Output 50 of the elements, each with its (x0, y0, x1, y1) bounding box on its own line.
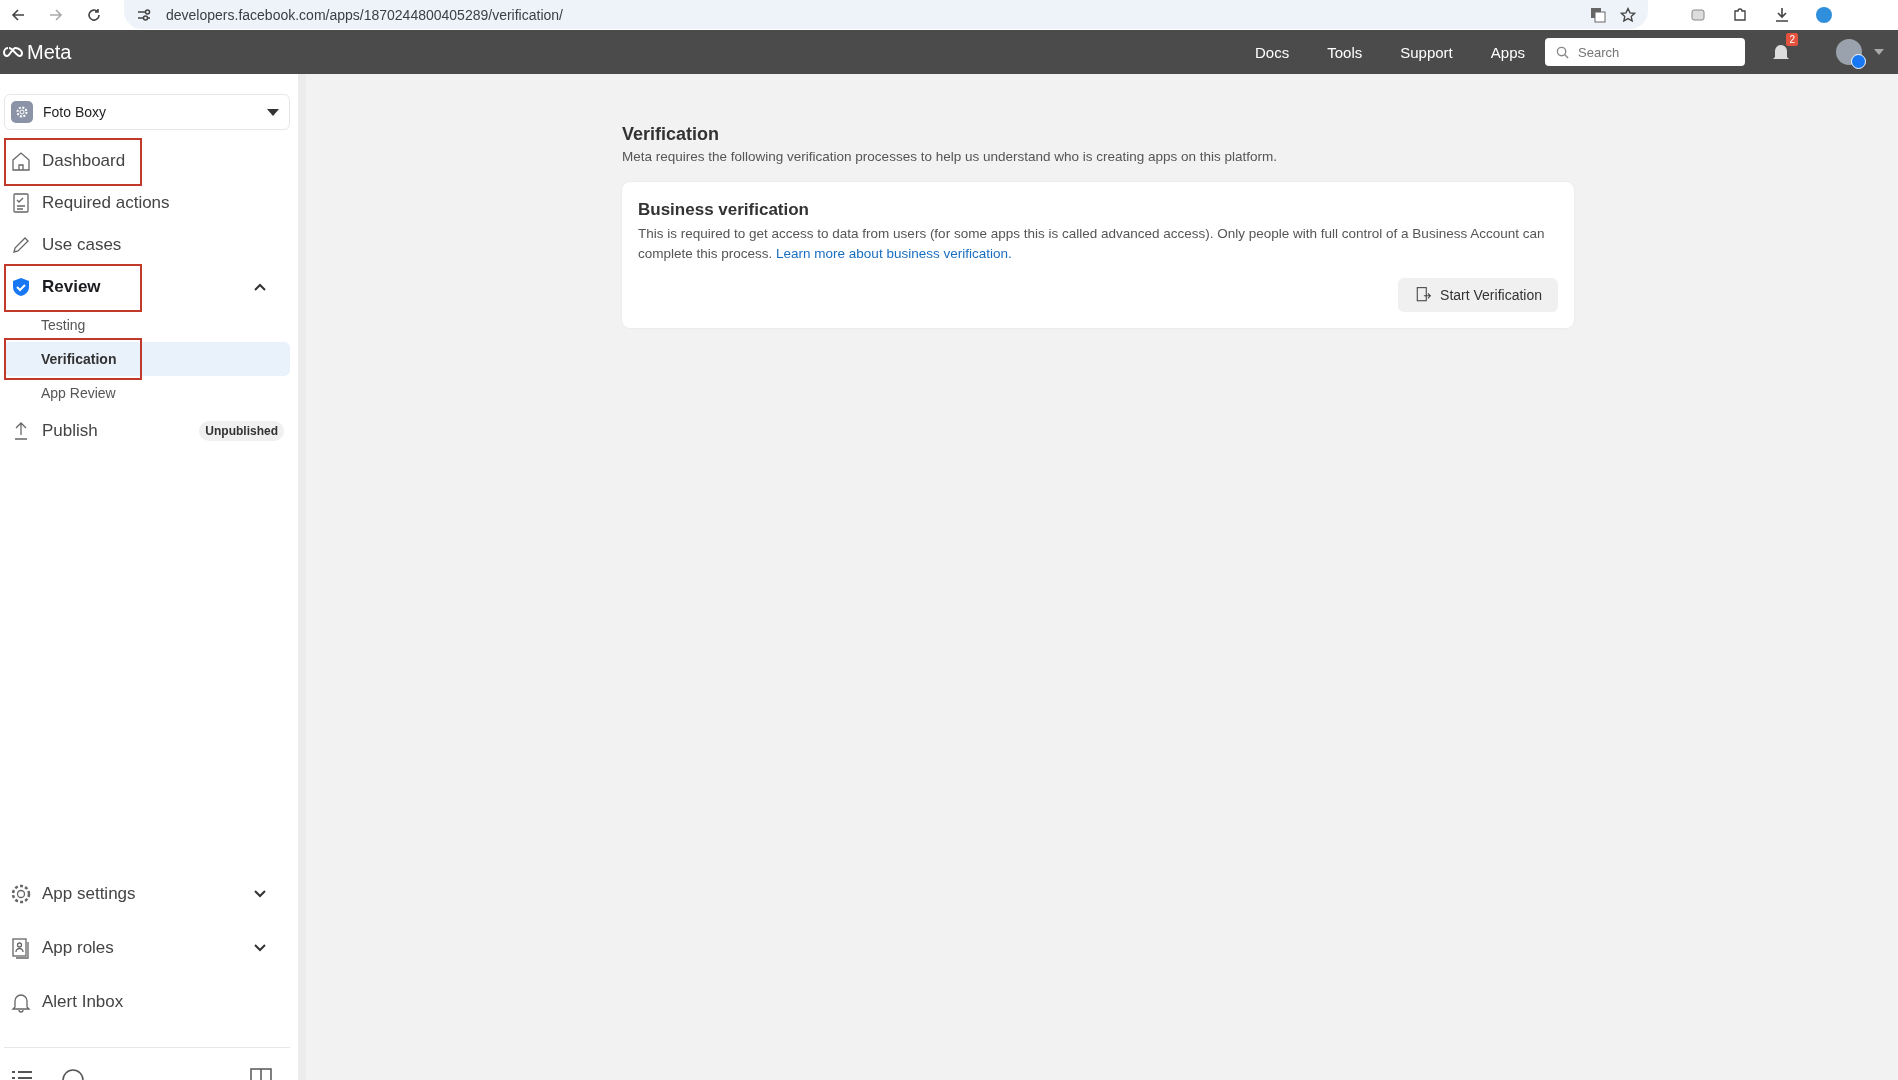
address-bar[interactable]: developers.facebook.com/apps/1870244800405289/verification/ (124, 0, 1648, 29)
checklist-icon (10, 192, 32, 214)
id-badge-icon (10, 937, 32, 959)
gear-icon (11, 101, 33, 123)
translate-icon[interactable] (1590, 7, 1606, 23)
profile-icon[interactable] (1816, 7, 1832, 23)
shield-check-icon (10, 276, 32, 298)
notification-count: 2 (1786, 33, 1798, 46)
nav-link[interactable]: Docs (1255, 43, 1290, 61)
caret-icon[interactable] (1874, 49, 1884, 55)
url-text: developers.facebook.com/apps/1870244800405289/verification/ (166, 7, 563, 23)
sidebar-item[interactable]: Review (4, 266, 290, 308)
document-arrow-icon (1414, 286, 1433, 304)
site-settings-icon[interactable] (136, 7, 152, 23)
nav-link[interactable]: Support (1400, 43, 1453, 61)
star-icon[interactable] (1620, 7, 1636, 23)
sidebar-item[interactable]: App roles (4, 921, 290, 975)
nav-link[interactable]: Tools (1327, 43, 1363, 61)
sidebar-item[interactable]: App settings (4, 867, 290, 921)
sidebar-item[interactable]: Dashboard (4, 140, 290, 182)
bell-icon (10, 991, 32, 1013)
house-icon (10, 150, 32, 172)
page-title: Verification (622, 124, 721, 145)
collapse-panel-icon[interactable] (250, 1068, 272, 1080)
facebook-badge-icon (1851, 54, 1866, 69)
sidebar-item[interactable]: Publish Unpublished (4, 410, 290, 452)
card-description: This is required to get access to data from users (for some apps this is called advanced access). Only people with full control of a Business Account can complete this process. Learn more about business verification. (638, 225, 1546, 263)
nav-link[interactable]: Apps (1490, 43, 1525, 61)
infinity-logo-icon (2, 46, 24, 58)
start-verification-button[interactable]: Start Verification (1398, 278, 1558, 312)
gear-icon (10, 883, 32, 905)
app-selector[interactable]: Foto Boxy (4, 94, 290, 130)
page-description: Meta requires the following verification processes to help us understand who is creating apps on this platform. (622, 149, 1279, 164)
search-field[interactable]: Search (1545, 38, 1745, 66)
logo-text[interactable]: Meta (27, 40, 72, 64)
list-icon[interactable] (12, 1070, 32, 1080)
sidebar-item[interactable]: Required actions (4, 182, 290, 224)
caret-icon (267, 108, 279, 116)
card-title: Business verification (638, 200, 810, 220)
puzzle-icon[interactable] (1732, 7, 1748, 23)
sidebar-item[interactable]: Alert Inbox (4, 975, 290, 1029)
sidebar-subitem[interactable]: Testing (4, 308, 290, 342)
reload-icon[interactable] (86, 7, 102, 23)
back-icon[interactable] (10, 7, 26, 23)
sidebar-item[interactable]: Use cases (4, 224, 290, 266)
download-icon[interactable] (1774, 7, 1790, 23)
search-icon (1556, 46, 1569, 59)
status-badge: Unpublished (199, 421, 284, 441)
learn-more-link[interactable]: Learn more about business verification. (776, 246, 1012, 261)
sidebar-subitem[interactable]: App Review (4, 376, 290, 410)
